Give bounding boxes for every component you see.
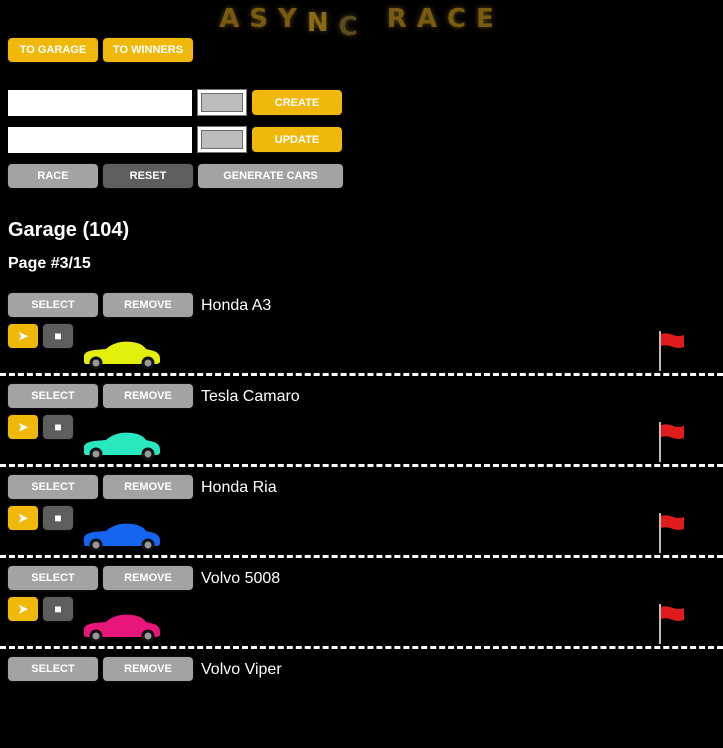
track-divider: [0, 555, 723, 558]
car-name: Volvo Viper: [201, 661, 282, 678]
car-track: SELECT REMOVE Tesla Camaro ➤ ■: [0, 384, 723, 475]
logo-text-part: Y: [278, 4, 307, 34]
remove-car-button[interactable]: REMOVE: [103, 475, 193, 499]
stop-icon: ■: [54, 511, 62, 525]
finish-flag-icon: [657, 604, 687, 644]
play-icon: ➤: [17, 511, 29, 525]
logo-text-part: C: [338, 12, 368, 42]
create-color-picker[interactable]: [197, 89, 247, 116]
update-name-input[interactable]: [8, 127, 192, 153]
create-name-input[interactable]: [8, 90, 192, 116]
update-color-picker[interactable]: [197, 126, 247, 153]
car-name: Tesla Camaro: [201, 388, 300, 405]
car-icon: [80, 337, 162, 370]
select-car-button[interactable]: SELECT: [8, 475, 98, 499]
finish-flag-icon: [657, 422, 687, 462]
select-car-button[interactable]: SELECT: [8, 657, 98, 681]
stop-icon: ■: [54, 329, 62, 343]
play-icon: ➤: [17, 602, 29, 616]
car-icon: [80, 428, 162, 461]
stop-engine-button[interactable]: ■: [43, 324, 73, 348]
select-car-button[interactable]: SELECT: [8, 293, 98, 317]
track-divider: [0, 464, 723, 467]
play-icon: ➤: [17, 420, 29, 434]
logo-text-part: R: [386, 4, 417, 34]
create-color-swatch: [201, 93, 243, 112]
reset-button[interactable]: RESET: [103, 164, 193, 188]
track-divider: [0, 646, 723, 649]
stop-engine-button[interactable]: ■: [43, 506, 73, 530]
page-indicator: Page #3/15: [8, 255, 91, 272]
remove-car-button[interactable]: REMOVE: [103, 657, 193, 681]
generate-cars-button[interactable]: GENERATE CARS: [198, 164, 343, 188]
car-icon: [80, 610, 162, 643]
logo-text-part: ACE: [416, 4, 504, 34]
update-button[interactable]: UPDATE: [252, 127, 342, 152]
car-track: SELECT REMOVE Honda Ria ➤ ■: [0, 475, 723, 566]
car-track: SELECT REMOVE Volvo 5008 ➤ ■: [0, 566, 723, 657]
car-track: SELECT REMOVE Volvo Viper: [0, 657, 723, 748]
car-name: Volvo 5008: [201, 570, 281, 587]
stop-engine-button[interactable]: ■: [43, 415, 73, 439]
car-name: Honda A3: [201, 297, 272, 314]
start-engine-button[interactable]: ➤: [8, 597, 38, 621]
logo-text-part: N: [306, 8, 339, 38]
track-divider: [0, 373, 723, 376]
car-icon: [80, 519, 162, 552]
finish-flag-icon: [657, 513, 687, 553]
play-icon: ➤: [17, 329, 29, 343]
car-name: Honda Ria: [201, 479, 277, 496]
race-button[interactable]: RACE: [8, 164, 98, 188]
select-car-button[interactable]: SELECT: [8, 384, 98, 408]
to-winners-button[interactable]: TO WINNERS: [103, 38, 193, 62]
select-car-button[interactable]: SELECT: [8, 566, 98, 590]
remove-car-button[interactable]: REMOVE: [103, 566, 193, 590]
car-track: SELECT REMOVE Honda A3 ➤ ■: [0, 293, 723, 384]
stop-icon: ■: [54, 420, 62, 434]
garage-title: Garage (104): [8, 219, 130, 241]
start-engine-button[interactable]: ➤: [8, 506, 38, 530]
finish-flag-icon: [657, 331, 687, 371]
remove-car-button[interactable]: REMOVE: [103, 293, 193, 317]
start-engine-button[interactable]: ➤: [8, 324, 38, 348]
start-engine-button[interactable]: ➤: [8, 415, 38, 439]
update-color-swatch: [201, 130, 243, 149]
logo-text-part: AS: [219, 4, 279, 34]
to-garage-button[interactable]: TO GARAGE: [8, 38, 98, 62]
stop-engine-button[interactable]: ■: [43, 597, 73, 621]
stop-icon: ■: [54, 602, 62, 616]
create-button[interactable]: CREATE: [252, 90, 342, 115]
app-logo: ASYNC RACE: [0, 4, 723, 42]
remove-car-button[interactable]: REMOVE: [103, 384, 193, 408]
